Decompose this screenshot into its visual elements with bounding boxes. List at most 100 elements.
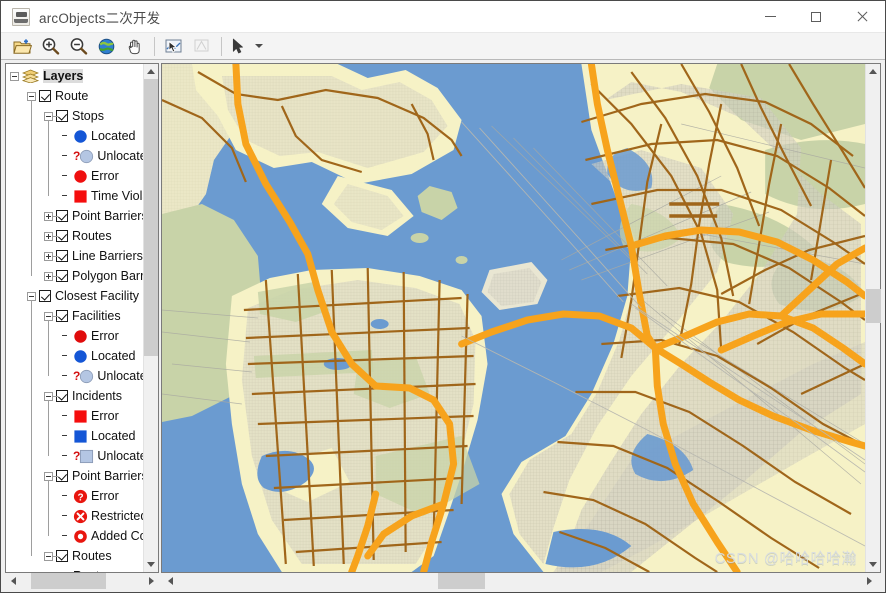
legend-error-badge-icon: ? <box>73 489 88 504</box>
tree-node-label: Added Cost <box>91 529 143 543</box>
tree-vscroll-track[interactable] <box>143 79 158 557</box>
close-button[interactable] <box>839 1 885 32</box>
select-features-button[interactable] <box>160 35 186 58</box>
pan-button[interactable] <box>121 35 147 58</box>
tree-node-label: Layers <box>43 69 84 83</box>
select-tool-dropdown-button[interactable] <box>251 35 265 58</box>
layer-visibility-checkbox[interactable] <box>39 90 51 102</box>
tree-node-label: Routes <box>73 569 113 572</box>
legend-circle-icon <box>73 169 88 184</box>
scroll-left-arrow[interactable] <box>162 573 178 589</box>
tree-node[interactable]: Routes <box>6 226 143 246</box>
tree-spacer <box>61 412 70 421</box>
map-horizontal-scrollbar[interactable] <box>162 573 877 589</box>
tree-vscroll-thumb[interactable] <box>143 79 158 357</box>
chevron-down-icon <box>255 44 263 48</box>
tree-connector-line <box>48 480 49 536</box>
tree-connector-line <box>31 300 32 556</box>
magnifier-minus-icon <box>69 37 88 55</box>
map-frame: CSDN @哈哈哈哈瀚 <box>161 63 881 573</box>
layers-tree[interactable]: LayersRouteStopsLocated?UnlocatedErrorTi… <box>6 64 143 572</box>
tree-node[interactable]: Restricted <box>6 506 143 526</box>
tree-hscroll-thumb[interactable] <box>30 573 107 589</box>
expand-node-icon[interactable] <box>44 251 53 261</box>
full-extent-button[interactable] <box>93 35 119 58</box>
tree-node[interactable]: ?Unlocated <box>6 146 143 166</box>
tree-node[interactable]: Stops <box>6 106 143 126</box>
svg-text:?: ? <box>77 492 83 503</box>
tree-node[interactable]: ?Unlocated <box>6 446 143 466</box>
tree-node[interactable]: Polygon Barriers <box>6 266 143 286</box>
tree-node[interactable]: Route <box>6 86 143 106</box>
tree-hscroll-track[interactable] <box>21 573 143 589</box>
tree-node-label: Restricted <box>91 509 143 523</box>
map-vscroll-track[interactable] <box>865 79 881 557</box>
tree-node[interactable]: Error <box>6 166 143 186</box>
expand-node-icon[interactable] <box>44 211 53 221</box>
tree-node[interactable]: Located <box>6 126 143 146</box>
tree-node-label: Unlocated <box>97 369 143 383</box>
collapse-node-icon[interactable] <box>44 551 53 561</box>
minimize-button[interactable] <box>747 1 793 32</box>
tree-node[interactable]: Located <box>6 346 143 366</box>
expand-node-icon[interactable] <box>44 231 53 241</box>
tree-node[interactable]: Layers <box>6 66 143 86</box>
tree-spacer <box>61 332 70 341</box>
open-document-button[interactable] <box>9 35 35 58</box>
tree-node[interactable]: Error <box>6 326 143 346</box>
tree-node[interactable]: Added Cost <box>6 526 143 546</box>
tree-node[interactable]: Point Barriers <box>6 206 143 226</box>
tree-node-label: Unlocated <box>97 149 143 163</box>
scroll-left-arrow[interactable] <box>5 573 21 589</box>
tree-node[interactable]: Error <box>6 406 143 426</box>
tree-horizontal-scrollbar[interactable] <box>5 573 159 589</box>
tree-node-label: Point Barriers <box>72 209 143 223</box>
tree-connector-line <box>53 276 58 277</box>
scroll-down-arrow[interactable] <box>144 557 159 572</box>
map-hscroll-thumb[interactable] <box>437 573 486 589</box>
tree-node[interactable]: ? Error <box>6 486 143 506</box>
tree-spacer <box>61 452 70 461</box>
tree-node[interactable]: Routes <box>6 566 143 572</box>
zoom-in-button[interactable] <box>37 35 63 58</box>
collapse-node-icon[interactable] <box>10 71 19 81</box>
map-hscroll-track[interactable] <box>178 573 861 589</box>
tree-node-label: Time Violation <box>91 189 143 203</box>
scroll-up-arrow[interactable] <box>866 64 881 79</box>
san-francisco-bay-area-map[interactable]: CSDN @哈哈哈哈瀚 <box>162 64 865 572</box>
expand-node-icon[interactable] <box>44 271 53 281</box>
tree-node-label: Located <box>91 129 136 143</box>
tree-node[interactable]: Routes <box>6 546 143 566</box>
tree-node-label: Incidents <box>72 389 123 403</box>
toolbar-separator <box>154 36 155 56</box>
tree-node[interactable]: Time Violation <box>6 186 143 206</box>
tree-spacer <box>61 432 70 441</box>
tree-connector-line <box>53 236 58 237</box>
arrow-cursor-icon <box>232 38 244 54</box>
layer-visibility-checkbox[interactable] <box>39 290 51 302</box>
map-vscroll-thumb[interactable] <box>865 289 881 323</box>
maximize-button[interactable] <box>793 1 839 32</box>
scroll-up-arrow[interactable] <box>144 64 159 79</box>
map-vertical-scrollbar[interactable] <box>865 64 881 572</box>
magnifier-plus-icon <box>41 37 60 55</box>
scroll-right-arrow[interactable] <box>143 573 159 589</box>
tree-spacer <box>61 512 70 521</box>
tree-node[interactable]: Line Barriers <box>6 246 143 266</box>
tree-vertical-scrollbar[interactable] <box>143 64 158 572</box>
tree-node[interactable]: Closest Facility <box>6 286 143 306</box>
map-panel: CSDN @哈哈哈哈瀚 <box>160 60 885 592</box>
scroll-down-arrow[interactable] <box>866 557 881 572</box>
tree-node[interactable]: ?Unlocated <box>6 366 143 386</box>
map-graphics <box>162 64 865 572</box>
tree-node[interactable]: Incidents <box>6 386 143 406</box>
main-content: LayersRouteStopsLocated?UnlocatedErrorTi… <box>1 60 885 592</box>
tree-node[interactable]: Point Barriers <box>6 466 143 486</box>
select-tool-button[interactable] <box>227 35 249 58</box>
tree-node[interactable]: Facilities <box>6 306 143 326</box>
scroll-right-arrow[interactable] <box>861 573 877 589</box>
tree-node[interactable]: Located <box>6 426 143 446</box>
tree-spacer <box>61 532 70 541</box>
zoom-out-button[interactable] <box>65 35 91 58</box>
